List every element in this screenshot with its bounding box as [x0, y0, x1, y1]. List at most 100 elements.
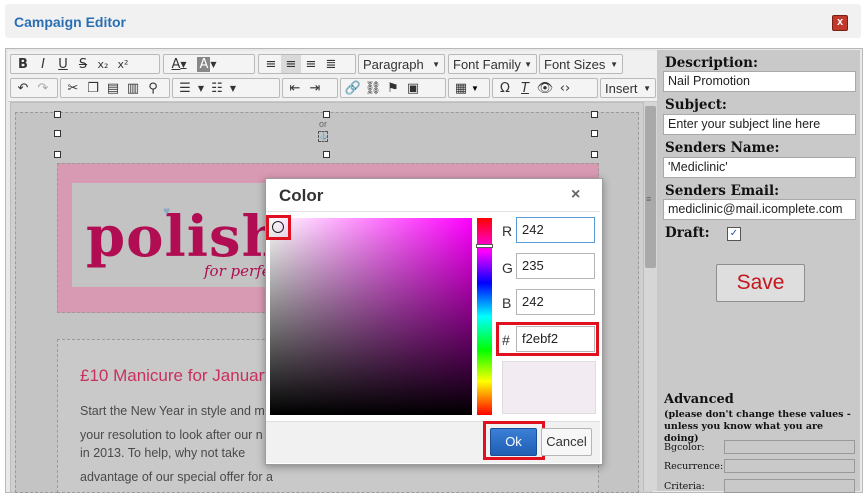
subject-field[interactable]: Enter your subject line here [663, 114, 856, 135]
outdent-icon[interactable]: ⇤ [285, 79, 305, 97]
recurrence-field[interactable] [724, 459, 855, 473]
source-code-icon[interactable]: ‹› [555, 79, 575, 97]
font-family-dropdown[interactable]: Font Family ▼ [448, 54, 537, 74]
chevron-down-icon[interactable]: ▼ [195, 79, 207, 97]
align-justify-icon[interactable]: ≣ [321, 55, 341, 73]
dialog-divider [266, 211, 600, 212]
paste-text-icon[interactable]: ▥ [123, 79, 143, 97]
redo-icon[interactable]: ↷ [33, 79, 53, 97]
anchor-icon[interactable]: ⚑ [383, 79, 403, 97]
cancel-button[interactable]: Cancel [541, 428, 592, 456]
format-button-group: B I U S x₂ x² [10, 54, 160, 74]
advanced-heading: Advanced [664, 392, 734, 407]
clear-format-icon[interactable]: T [515, 79, 535, 97]
image-icon[interactable]: ▣ [403, 79, 423, 97]
strikethrough-button[interactable]: S [73, 55, 93, 73]
resize-handle[interactable] [591, 111, 598, 118]
italic-button[interactable]: I [33, 55, 53, 73]
underline-button[interactable]: U [53, 55, 73, 73]
blue-label: B [502, 295, 512, 311]
highlight-box [266, 215, 291, 240]
paste-icon[interactable]: ▤ [103, 79, 123, 97]
resize-handle[interactable] [591, 130, 598, 137]
description-field[interactable]: Nail Promotion [663, 71, 856, 92]
resize-handle[interactable] [54, 151, 61, 158]
color-button-group: A ▼ A ▼ [163, 54, 255, 74]
close-icon[interactable]: × [571, 186, 580, 204]
red-label: R [502, 223, 513, 239]
resize-handle[interactable] [323, 111, 330, 118]
description-label: Description: [665, 55, 758, 71]
window-title: Campaign Editor [14, 14, 127, 30]
resize-handle[interactable] [54, 130, 61, 137]
bullet-list-icon[interactable]: ☰ [175, 79, 195, 97]
find-icon[interactable]: ⚲ [143, 79, 163, 97]
chevron-down-icon[interactable]: ▼ [227, 79, 239, 97]
table-button[interactable]: ▦ ▼ [448, 78, 490, 98]
chevron-down-icon: ▼ [432, 59, 440, 69]
insert-label: Insert [605, 80, 638, 96]
numbered-list-icon[interactable]: ☷ [207, 79, 227, 97]
saturation-value-panel[interactable] [270, 218, 472, 415]
scrollbar-thumb[interactable] [645, 106, 656, 268]
close-icon[interactable]: x [832, 15, 848, 31]
body-line: your resolution to look after our n [80, 428, 263, 442]
hue-slider-handle[interactable] [476, 244, 493, 248]
save-button[interactable]: Save [716, 264, 805, 302]
chevron-down-icon: ▼ [643, 83, 651, 93]
bgcolor-field[interactable] [724, 440, 855, 454]
superscript-button[interactable]: x² [113, 55, 133, 73]
history-button-group: ↶ ↷ [10, 78, 58, 98]
chevron-down-icon: ▼ [524, 59, 532, 69]
paragraph-dropdown[interactable]: Paragraph ▼ [358, 54, 445, 74]
body-line: advantage of our special offer for a [80, 470, 273, 484]
or-text: or [319, 119, 328, 129]
unlink-icon[interactable]: ⛓ [363, 79, 383, 97]
font-family-label: Font Family [453, 56, 521, 72]
title-bar [5, 4, 861, 38]
editor-toolbar: B I U S x₂ x² A ▼ A ▼ ≡ ≡ ≡ ≣ Paragraph ▼ … [8, 51, 657, 102]
senders-name-field[interactable]: 'Mediclinic' [663, 157, 856, 178]
draft-checkbox[interactable]: ✓ [727, 227, 741, 241]
highlight-box [496, 322, 599, 356]
body-line: in 2013. To help, why not take [80, 446, 246, 460]
senders-name-label: Senders Name: [665, 140, 780, 156]
email-headline: £10 Manicure for January [80, 366, 273, 385]
list-button-group: ☰ ▼ ☷ ▼ [172, 78, 280, 98]
resize-handle[interactable] [54, 111, 61, 118]
indent-icon[interactable]: ⇥ [305, 79, 325, 97]
chevron-down-icon: ▼ [471, 83, 479, 93]
anchor-placeholder-icon[interactable]: ⚓ [318, 131, 328, 142]
align-right-icon[interactable]: ≡ [301, 55, 321, 73]
subscript-button[interactable]: x₂ [93, 55, 113, 73]
senders-email-field[interactable]: mediclinic@mail.icomplete.com [663, 199, 856, 220]
insert-dropdown[interactable]: Insert ▼ [600, 78, 656, 98]
splitter-grip-icon[interactable]: ≡ [646, 194, 651, 204]
undo-icon[interactable]: ↶ [13, 79, 33, 97]
table-icon: ▦ [454, 80, 468, 96]
text-color-button[interactable]: A ▼ [166, 55, 192, 73]
align-button-group: ≡ ≡ ≡ ≣ [258, 54, 356, 74]
cut-icon[interactable]: ✂ [63, 79, 83, 97]
draft-label: Draft: [665, 225, 710, 241]
bg-color-button[interactable]: A ▼ [192, 55, 222, 73]
clipboard-button-group: ✂ ❐ ▤ ▥ ⚲ [60, 78, 170, 98]
resize-handle[interactable] [323, 151, 330, 158]
align-left-icon[interactable]: ≡ [261, 55, 281, 73]
copy-icon[interactable]: ❐ [83, 79, 103, 97]
align-center-icon[interactable]: ≡ [281, 55, 301, 73]
green-label: G [502, 260, 513, 276]
paragraph-label: Paragraph [363, 56, 424, 72]
color-dialog-title: Color [279, 186, 324, 205]
red-input[interactable]: 242 [516, 217, 595, 243]
special-char-icon[interactable]: Ω [495, 79, 515, 97]
bold-button[interactable]: B [13, 55, 33, 73]
body-line: Start the New Year in style and m [80, 404, 265, 418]
font-sizes-label: Font Sizes [544, 56, 606, 72]
font-sizes-dropdown[interactable]: Font Sizes ▼ [539, 54, 623, 74]
resize-handle[interactable] [591, 151, 598, 158]
blue-input[interactable]: 242 [516, 289, 595, 315]
green-input[interactable]: 235 [516, 253, 595, 279]
link-icon[interactable]: 🔗 [343, 79, 363, 97]
preview-icon[interactable]: 👁 [535, 79, 555, 97]
